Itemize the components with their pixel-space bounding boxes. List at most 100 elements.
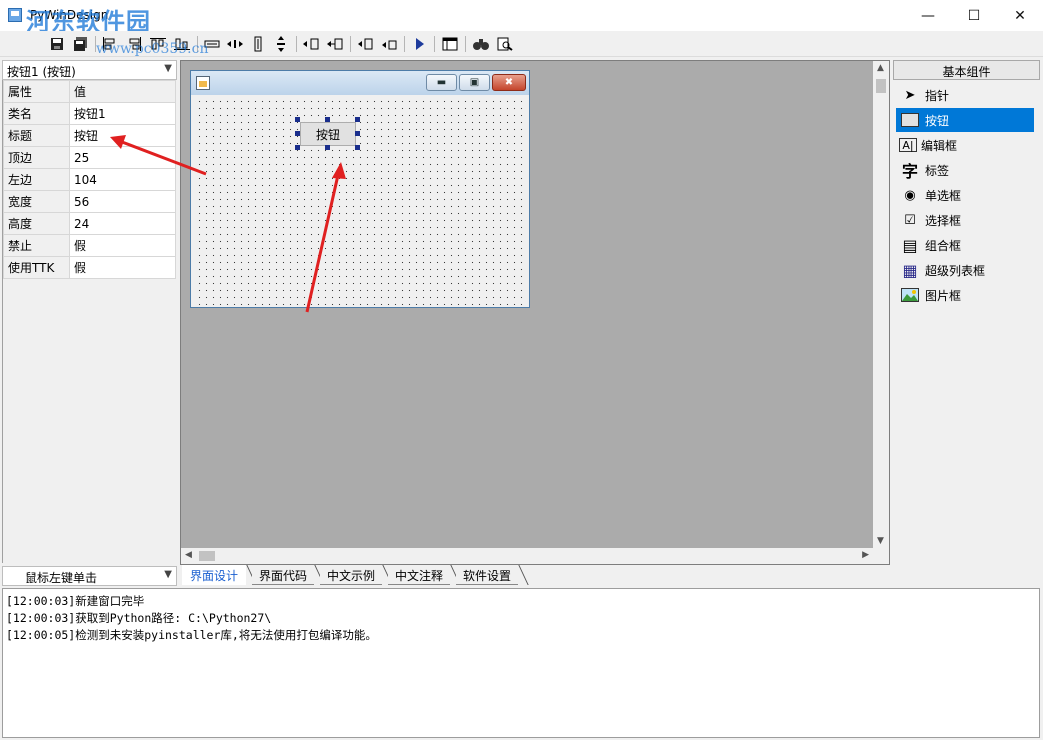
- pointer-icon: ➤: [904, 87, 916, 103]
- tab-chinese-examples[interactable]: 中文示例: [320, 565, 393, 585]
- property-header-row: 属性 值: [3, 80, 176, 103]
- move-right-icon[interactable]: [326, 35, 344, 53]
- output-log: [12:00:03]新建窗口完毕 [12:00:03]获取到Python路径: …: [2, 588, 1040, 738]
- preview-icon[interactable]: [496, 35, 514, 53]
- component-label: 组合框: [925, 238, 962, 253]
- property-key: 左边: [3, 168, 70, 191]
- editor-tabs: 界面设计 界面代码 中文示例 中文注释 软件设置: [182, 565, 702, 585]
- form-title-bar[interactable]: ▬ ▣ ✖: [191, 71, 529, 95]
- property-header-key: 属性: [3, 80, 70, 103]
- property-grid: 属性 值 类名 按钮1 标题 按钮 顶边 25 左边 104 宽度 56 高度 …: [2, 80, 177, 563]
- window-minimize-button[interactable]: —: [905, 0, 951, 31]
- object-selector-value: 按钮1 (按钮): [7, 65, 76, 79]
- component-label: 指针: [925, 88, 950, 103]
- tab-label: 中文示例: [326, 569, 375, 583]
- property-header-value: 值: [69, 80, 176, 103]
- component-label-control[interactable]: 字 标签: [896, 158, 1034, 182]
- property-key: 顶边: [3, 146, 70, 169]
- scroll-down-icon[interactable]: ▼: [877, 536, 884, 546]
- chevron-down-icon: ▼: [164, 569, 172, 580]
- log-line: [12:00:05]检测到未安装pyinstaller库,将无法使用打包编译功能…: [6, 628, 377, 642]
- save-icon[interactable]: [48, 35, 66, 53]
- component-pointer[interactable]: ➤ 指针: [896, 83, 1034, 107]
- resize-handle[interactable]: [325, 117, 330, 122]
- vertical-scroll-thumb[interactable]: [876, 79, 886, 93]
- component-label: 按钮: [925, 113, 950, 128]
- component-button[interactable]: 按钮: [896, 108, 1034, 132]
- property-value[interactable]: 104: [69, 168, 176, 191]
- move-up-icon[interactable]: [356, 35, 374, 53]
- property-row[interactable]: 高度 24: [3, 212, 176, 235]
- component-list: ➤ 指针 按钮 A| 编辑框 字 标签 ◉ 单选框 ☑ 选择框 ▤ 组合框 ▦ …: [893, 80, 1040, 564]
- form-maximize-button[interactable]: ▣: [459, 74, 490, 91]
- scroll-right-icon[interactable]: ▶: [862, 550, 869, 560]
- resize-handle[interactable]: [295, 145, 300, 150]
- property-row[interactable]: 类名 按钮1: [3, 102, 176, 125]
- property-row[interactable]: 顶边 25: [3, 146, 176, 169]
- window-maximize-button[interactable]: ☐: [951, 0, 997, 31]
- move-down-icon[interactable]: [380, 35, 398, 53]
- move-left-icon[interactable]: [302, 35, 320, 53]
- property-key: 使用TTK: [3, 256, 70, 279]
- scroll-up-icon[interactable]: ▲: [877, 63, 884, 73]
- log-line: [12:00:03]获取到Python路径: C:\Python27\: [6, 611, 272, 625]
- chevron-down-icon: ▼: [164, 63, 172, 74]
- vertical-scrollbar[interactable]: ▲ ▼: [873, 61, 889, 548]
- property-value[interactable]: 按钮1: [69, 102, 176, 125]
- property-value[interactable]: 24: [69, 212, 176, 235]
- property-key: 宽度: [3, 190, 70, 213]
- component-list-view[interactable]: ▦ 超级列表框: [896, 258, 1034, 282]
- property-key: 类名: [3, 102, 70, 125]
- component-picture-box[interactable]: 图片框: [896, 283, 1034, 307]
- window-close-button[interactable]: ✕: [997, 0, 1043, 31]
- form-minimize-button[interactable]: ▬: [426, 74, 457, 91]
- component-radio[interactable]: ◉ 单选框: [896, 183, 1034, 207]
- resize-handle[interactable]: [355, 131, 360, 136]
- resize-handle[interactable]: [295, 117, 300, 122]
- label-icon: 字: [901, 162, 918, 181]
- tab-label: 中文注释: [394, 569, 443, 583]
- object-selector-dropdown[interactable]: 按钮1 (按钮) ▼: [2, 60, 177, 80]
- designed-button[interactable]: 按钮: [300, 122, 356, 146]
- component-label: 超级列表框: [925, 263, 986, 278]
- event-selector-dropdown[interactable]: 鼠标左键单击 ▼: [2, 566, 177, 586]
- resize-handle[interactable]: [355, 117, 360, 122]
- save-all-icon[interactable]: [72, 35, 90, 53]
- design-form-window[interactable]: ▬ ▣ ✖ 按钮: [190, 70, 530, 308]
- property-key: 禁止: [3, 234, 70, 257]
- property-row[interactable]: 禁止 假: [3, 234, 176, 257]
- property-row[interactable]: 宽度 56: [3, 190, 176, 213]
- property-value[interactable]: 按钮: [69, 124, 176, 147]
- form-grid-canvas[interactable]: 按钮: [194, 96, 526, 305]
- list-view-icon: ▦: [902, 260, 918, 280]
- property-value[interactable]: 25: [69, 146, 176, 169]
- form-close-button[interactable]: ✖: [492, 74, 526, 91]
- find-icon[interactable]: [472, 35, 490, 53]
- component-label: 标签: [925, 163, 950, 178]
- horizontal-scrollbar[interactable]: ◀ ▶: [181, 548, 873, 564]
- component-edit-box[interactable]: A| 编辑框: [896, 133, 1034, 157]
- resize-handle[interactable]: [295, 131, 300, 136]
- tab-software-settings[interactable]: 软件设置: [456, 565, 529, 585]
- tab-ui-design[interactable]: 界面设计: [182, 565, 257, 585]
- run-icon[interactable]: [410, 35, 428, 53]
- tab-chinese-comments[interactable]: 中文注释: [388, 565, 461, 585]
- tab-ui-code[interactable]: 界面代码: [252, 565, 325, 585]
- property-value[interactable]: 假: [69, 256, 176, 279]
- property-value[interactable]: 假: [69, 234, 176, 257]
- v-spacing-icon[interactable]: [272, 35, 290, 53]
- h-spacing-icon[interactable]: [226, 35, 244, 53]
- property-row[interactable]: 左边 104: [3, 168, 176, 191]
- resize-handle[interactable]: [355, 145, 360, 150]
- horizontal-scroll-thumb[interactable]: [199, 551, 215, 561]
- property-value[interactable]: 56: [69, 190, 176, 213]
- component-combo-box[interactable]: ▤ 组合框: [896, 233, 1034, 257]
- property-row[interactable]: 标题 按钮: [3, 124, 176, 147]
- component-checkbox[interactable]: ☑ 选择框: [896, 208, 1034, 232]
- tab-label: 界面代码: [258, 569, 307, 583]
- resize-handle[interactable]: [325, 145, 330, 150]
- scroll-left-icon[interactable]: ◀: [185, 550, 192, 560]
- form-layout-icon[interactable]: [441, 35, 459, 53]
- property-row[interactable]: 使用TTK 假: [3, 256, 176, 279]
- same-height-icon[interactable]: [249, 35, 267, 53]
